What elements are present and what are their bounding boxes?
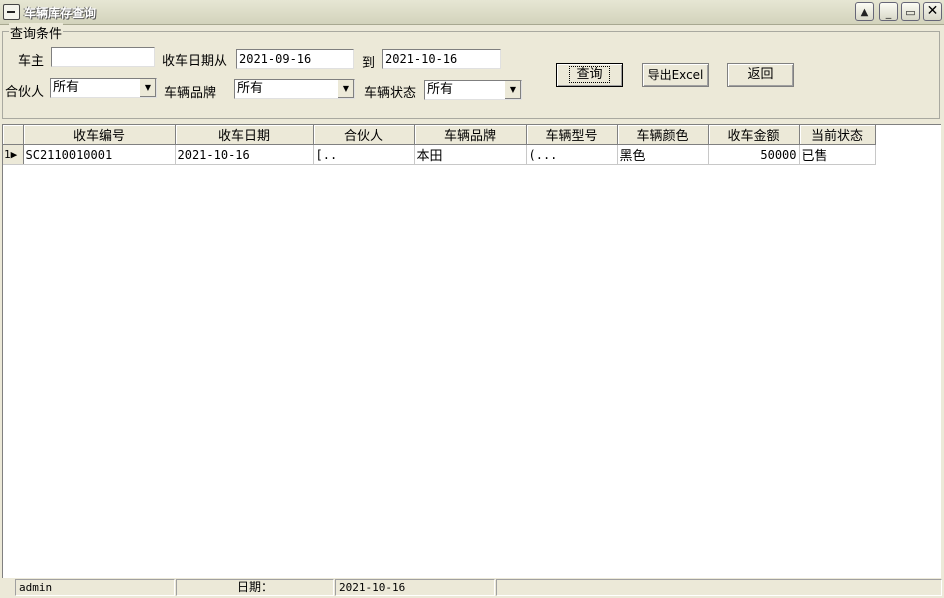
column-header[interactable]: 当前状态 bbox=[799, 125, 876, 145]
cell-date[interactable]: 2021-10-16 bbox=[175, 144, 314, 165]
row-header[interactable]: 1▶ bbox=[3, 144, 24, 165]
cell-status[interactable]: 已售 bbox=[799, 144, 876, 165]
column-header[interactable]: 车辆颜色 bbox=[617, 125, 709, 145]
partner-select-value: 所有 bbox=[53, 80, 80, 95]
row-pointer-icon: ▶ bbox=[10, 148, 18, 161]
owner-label: 车主 bbox=[18, 54, 45, 69]
table-row[interactable]: 1▶ SC2110010001 2021-10-16 [.. 本田 (... 黑… bbox=[3, 144, 876, 165]
chevron-down-icon[interactable]: ▼ bbox=[139, 79, 156, 97]
cell-brand[interactable]: 本田 bbox=[414, 144, 527, 165]
owner-input[interactable] bbox=[51, 47, 155, 67]
date-to-label: 到 bbox=[362, 56, 376, 71]
date-from-label: 收车日期从 bbox=[162, 54, 228, 69]
title-bar: 车辆库存查询 ▲ _ ▭ ✕ bbox=[0, 0, 944, 25]
query-conditions-group bbox=[2, 31, 940, 119]
status-select[interactable]: 所有 ▼ bbox=[424, 80, 522, 100]
system-menu-icon[interactable] bbox=[3, 4, 20, 20]
results-table: 收车编号 收车日期 合伙人 车辆品牌 车辆型号 车辆颜色 收车金额 当前状态 1… bbox=[3, 125, 876, 165]
cell-id[interactable]: SC2110010001 bbox=[23, 144, 176, 165]
search-button[interactable]: 查询 bbox=[556, 63, 623, 87]
chevron-down-icon[interactable]: ▼ bbox=[337, 80, 354, 98]
date-from-input[interactable]: 2021-09-16 bbox=[236, 49, 354, 69]
cell-color[interactable]: 黑色 bbox=[617, 144, 709, 165]
column-header[interactable]: 收车编号 bbox=[23, 125, 176, 145]
query-group-title: 查询条件 bbox=[9, 23, 64, 42]
date-to-input[interactable]: 2021-10-16 bbox=[382, 49, 501, 69]
cell-amount[interactable]: 50000 bbox=[708, 144, 800, 165]
status-user: admin bbox=[15, 579, 175, 596]
corner-header[interactable] bbox=[3, 125, 24, 145]
row-number: 1 bbox=[4, 148, 11, 161]
minimize-button[interactable]: _ bbox=[879, 2, 898, 21]
search-button-label: 查询 bbox=[569, 66, 610, 83]
column-header[interactable]: 合伙人 bbox=[313, 125, 415, 145]
brand-select-value: 所有 bbox=[237, 81, 264, 96]
export-excel-button[interactable]: 导出Excel bbox=[642, 63, 709, 87]
cell-model[interactable]: (... bbox=[526, 144, 618, 165]
partner-select[interactable]: 所有 ▼ bbox=[50, 78, 157, 98]
status-label: 车辆状态 bbox=[364, 86, 417, 101]
column-header[interactable]: 收车日期 bbox=[175, 125, 314, 145]
status-bar: admin 日期： 2021-10-16 bbox=[0, 578, 944, 598]
brand-select[interactable]: 所有 ▼ bbox=[234, 79, 355, 99]
column-header[interactable]: 车辆型号 bbox=[526, 125, 618, 145]
partner-label: 合伙人 bbox=[5, 85, 45, 100]
back-button[interactable]: 返回 bbox=[727, 63, 794, 87]
close-button[interactable]: ✕ bbox=[923, 2, 942, 21]
brand-label: 车辆品牌 bbox=[164, 86, 217, 101]
status-date-value: 2021-10-16 bbox=[335, 579, 495, 596]
cell-partner[interactable]: [.. bbox=[313, 144, 415, 165]
column-header[interactable]: 收车金额 bbox=[708, 125, 800, 145]
chevron-down-icon[interactable]: ▼ bbox=[504, 81, 521, 99]
status-date-label: 日期： bbox=[176, 579, 334, 596]
status-select-value: 所有 bbox=[427, 82, 454, 97]
header-row: 收车编号 收车日期 合伙人 车辆品牌 车辆型号 车辆颜色 收车金额 当前状态 bbox=[3, 125, 876, 145]
status-empty-panel bbox=[496, 579, 942, 596]
collapse-icon[interactable]: ▲ bbox=[855, 2, 874, 21]
window-title: 车辆库存查询 bbox=[24, 6, 97, 20]
results-grid[interactable]: 收车编号 收车日期 合伙人 车辆品牌 车辆型号 车辆颜色 收车金额 当前状态 1… bbox=[2, 124, 941, 579]
maximize-button[interactable]: ▭ bbox=[901, 2, 920, 21]
column-header[interactable]: 车辆品牌 bbox=[414, 125, 527, 145]
